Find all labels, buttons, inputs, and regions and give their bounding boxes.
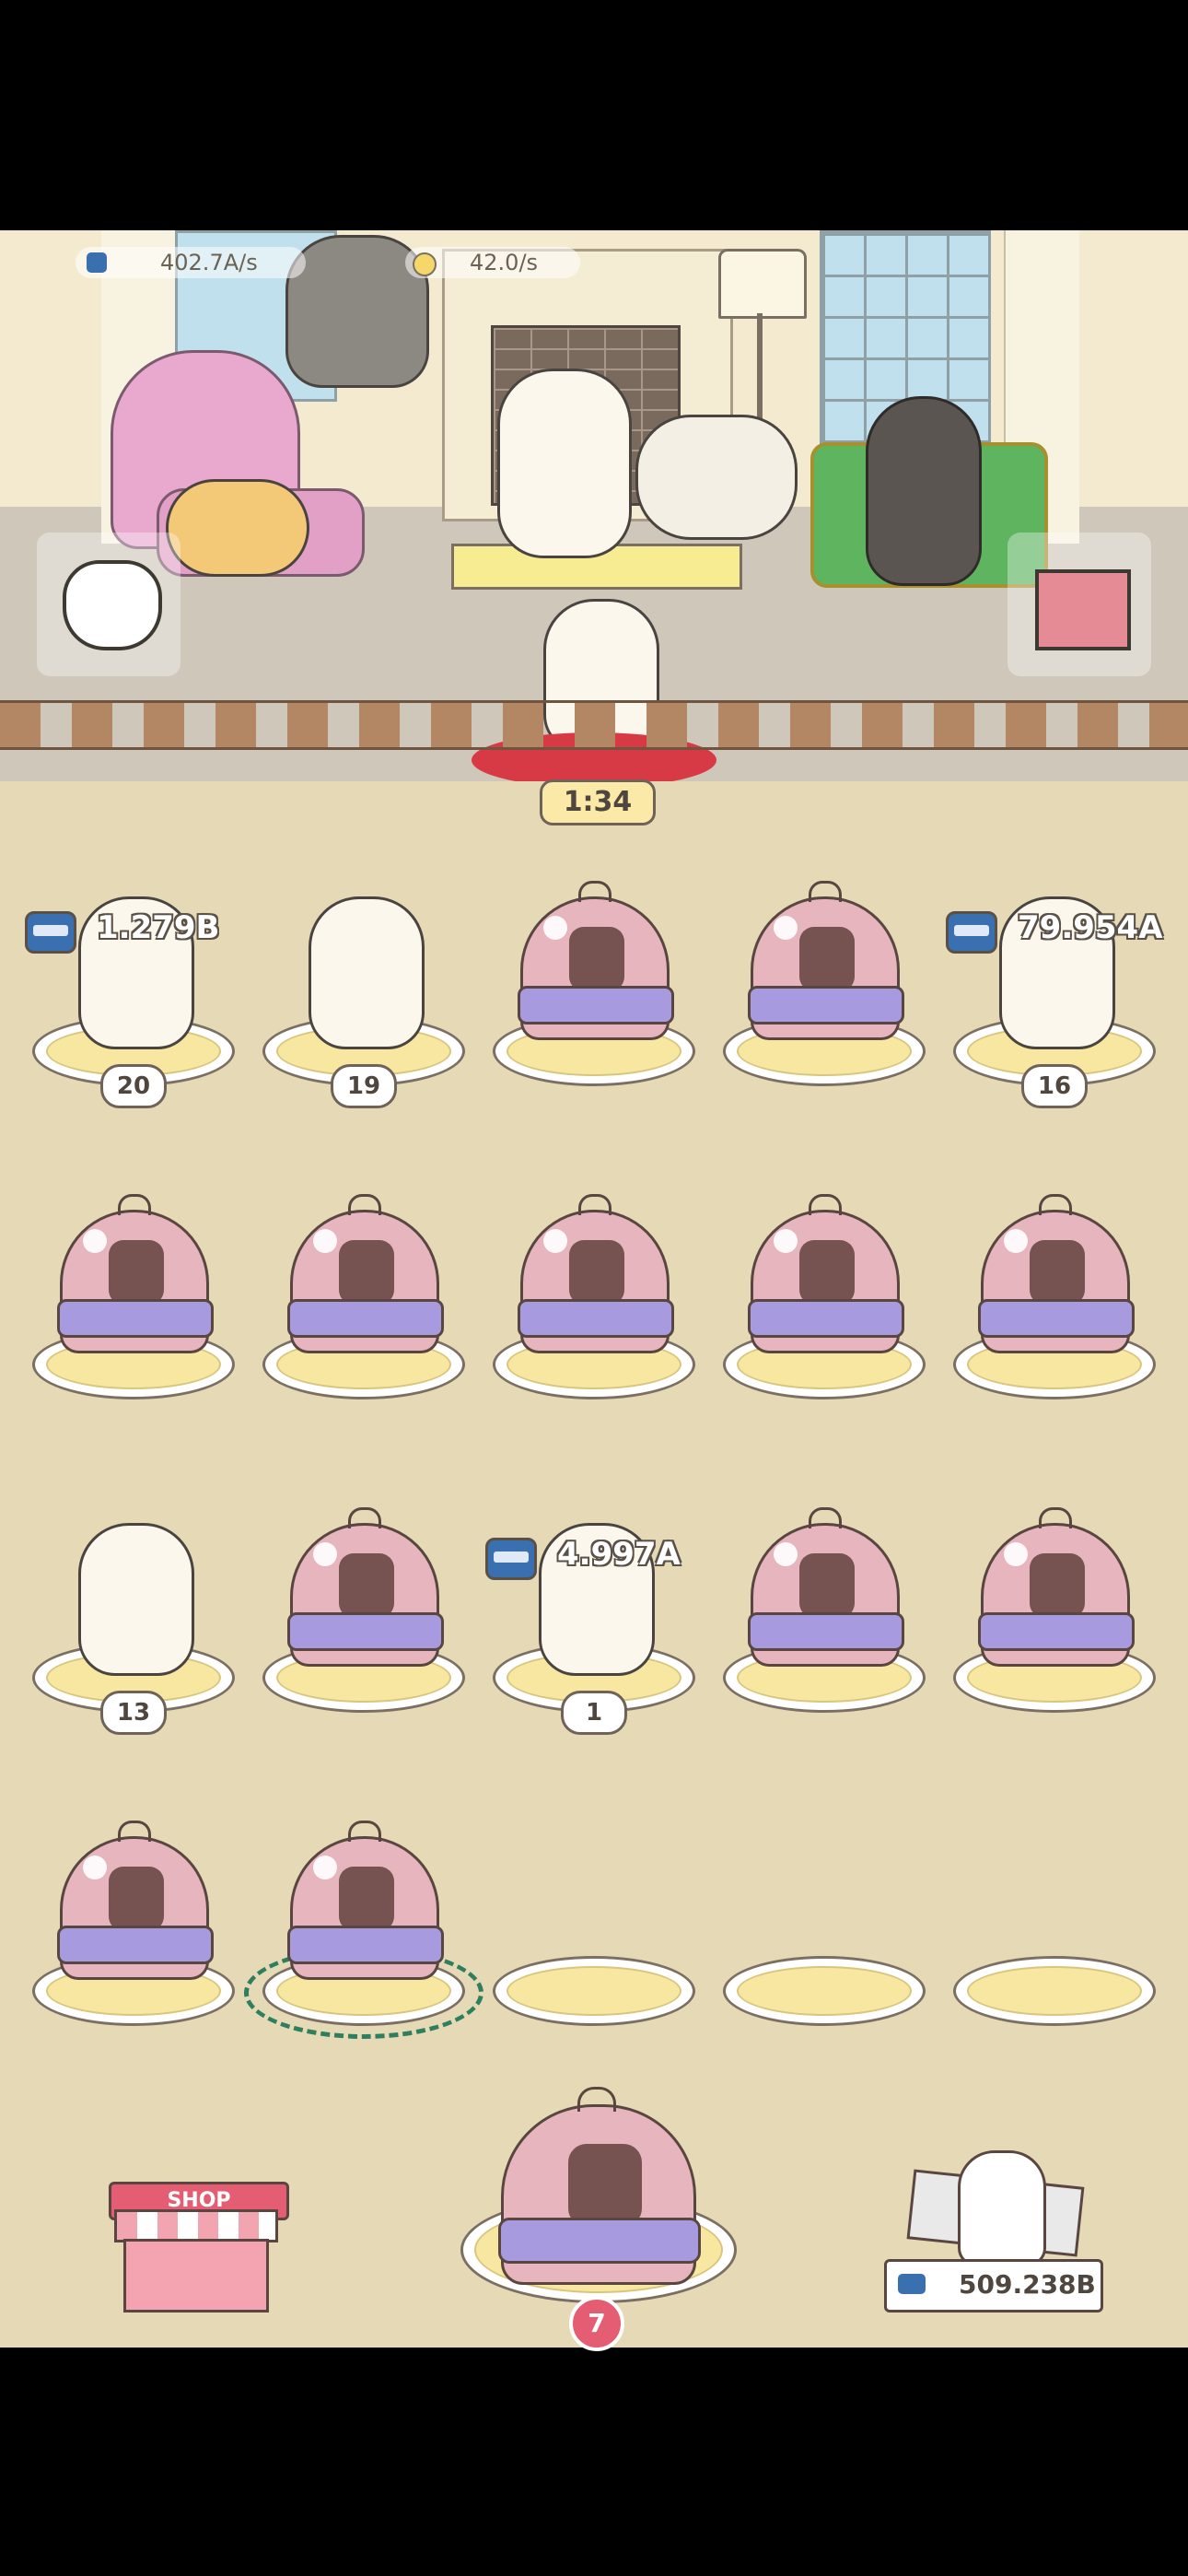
- level-badge: 1: [561, 1691, 627, 1735]
- grid-slot[interactable]: [493, 1799, 695, 2039]
- grid-slot[interactable]: [953, 1486, 1156, 1726]
- cloche-dome-icon: [287, 1821, 444, 1980]
- level-badge: 16: [1021, 1064, 1088, 1108]
- coin-rate: 42.0/s: [470, 250, 539, 275]
- grid-slot[interactable]: [493, 1173, 695, 1412]
- cat-room-scene: [0, 230, 1188, 781]
- house-icon: [1035, 569, 1131, 650]
- tuna-can-icon: [485, 1538, 537, 1580]
- cloche-dome-icon: [287, 1194, 444, 1353]
- cat-character[interactable]: [309, 896, 425, 1049]
- cloche-dome-icon: [518, 881, 674, 1040]
- cloche-dome-icon: [498, 2087, 701, 2285]
- grid-slot[interactable]: [723, 1799, 926, 2039]
- earning-text: 1.279B: [97, 909, 220, 946]
- cloche-dome-icon: [57, 1194, 214, 1353]
- grid-slot[interactable]: [953, 1173, 1156, 1412]
- balance-box: 509.238B: [884, 2259, 1103, 2313]
- cat-in-dress-icon: [958, 2150, 1046, 2266]
- balance-value: 509.238B: [959, 2269, 1096, 2300]
- grid-slot[interactable]: [723, 860, 926, 1099]
- grid-slot[interactable]: [262, 1173, 465, 1412]
- cloche-dome-icon: [748, 1194, 904, 1353]
- cat-face-icon: [63, 560, 162, 650]
- earning-text: 79.954A: [1018, 909, 1163, 946]
- grid-slot[interactable]: [723, 1173, 926, 1412]
- balance-panel[interactable]: 509.238B: [884, 2150, 1105, 2316]
- tuna-can-icon: [25, 911, 76, 954]
- cloche-dome-icon: [57, 1821, 214, 1980]
- sleeping-orange-cat[interactable]: [166, 479, 309, 577]
- plate: [953, 1956, 1156, 2026]
- grid-slot[interactable]: 13: [32, 1486, 235, 1735]
- fish-rate: 402.7A/s: [160, 250, 258, 275]
- cloche-dome-icon: [518, 1194, 674, 1353]
- grid-slot[interactable]: [32, 1799, 235, 2039]
- grid-slot[interactable]: [262, 1486, 465, 1726]
- siamese-cat[interactable]: [635, 415, 798, 540]
- plate: [723, 1956, 926, 2026]
- cloche-dome-icon: [748, 1507, 904, 1667]
- tuna-can-icon: [87, 252, 107, 273]
- wooden-fence: [0, 700, 1188, 750]
- shop-button[interactable]: SHOP: [109, 2182, 289, 2313]
- plate: [493, 1956, 695, 2026]
- grid-slot[interactable]: 79.954A 16: [946, 860, 1163, 1108]
- grid-slot[interactable]: [723, 1486, 926, 1726]
- cat-character[interactable]: [78, 1523, 194, 1676]
- level-badge: 20: [100, 1064, 167, 1108]
- cloche-dome-icon: [748, 881, 904, 1040]
- cloche-dome-icon: [978, 1194, 1135, 1353]
- coin-icon: [413, 252, 437, 276]
- grid-slot[interactable]: 4.997A 1: [485, 1486, 695, 1735]
- grid-slot[interactable]: 1.279B 20: [25, 860, 235, 1108]
- fish-rate-pill: 402.7A/s: [76, 247, 306, 278]
- tuna-can-icon: [898, 2274, 926, 2294]
- grid-slot[interactable]: [493, 860, 695, 1099]
- cat-collection-button[interactable]: [37, 533, 181, 676]
- coin-rate-pill: 42.0/s: [405, 247, 580, 278]
- level-badge: 19: [331, 1064, 397, 1108]
- spawn-box-button[interactable]: 7: [460, 2087, 737, 2351]
- black-cat[interactable]: [866, 396, 982, 586]
- grid-slot[interactable]: [953, 1799, 1156, 2039]
- grid-slot[interactable]: 19: [262, 860, 465, 1108]
- white-cat-bowtie[interactable]: [497, 369, 632, 558]
- tuna-can-icon: [946, 911, 997, 954]
- shop-icon: [123, 2239, 269, 2313]
- floor-lamp: [718, 249, 807, 319]
- earning-text: 4.997A: [557, 1536, 681, 1573]
- house-button[interactable]: [1007, 533, 1151, 676]
- grid-slot[interactable]: [244, 1799, 483, 2039]
- box-count-badge: 7: [569, 2296, 624, 2351]
- level-badge: 13: [100, 1691, 167, 1735]
- cloche-dome-icon: [978, 1507, 1135, 1667]
- cloche-dome-icon: [287, 1507, 444, 1667]
- grid-slot[interactable]: [32, 1173, 235, 1412]
